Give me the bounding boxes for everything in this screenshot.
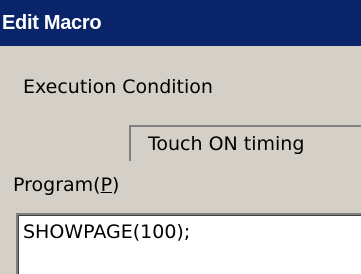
title-bar: Edit Macro [0, 0, 361, 46]
dialog-body: Execution Condition Touch ON timing Prog… [0, 46, 361, 274]
execution-condition-select[interactable]: Touch ON timing [129, 125, 361, 161]
execution-condition-value: Touch ON timing [148, 133, 305, 155]
program-label-prefix: Program( [13, 174, 101, 196]
program-label: Program(P) [13, 174, 119, 196]
program-textarea[interactable]: SHOWPAGE(100); [16, 213, 361, 274]
program-label-mnemonic: P [100, 174, 113, 196]
window-title: Edit Macro [2, 12, 102, 34]
program-label-suffix: ) [112, 174, 120, 196]
program-code: SHOWPAGE(100); [23, 221, 191, 243]
execution-condition-label: Execution Condition [23, 76, 213, 98]
